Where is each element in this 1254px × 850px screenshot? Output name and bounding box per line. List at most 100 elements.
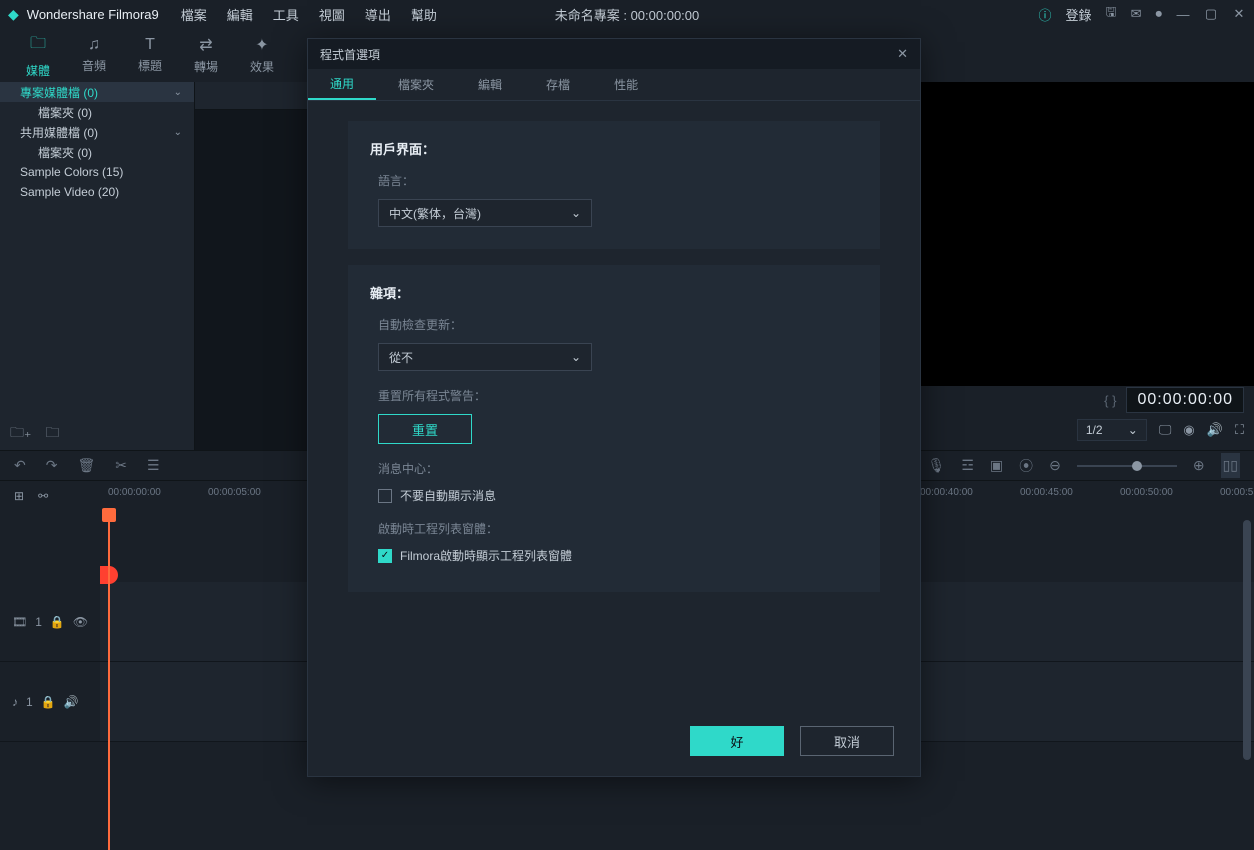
split-icon[interactable]: ✂ (115, 457, 127, 474)
menu-help[interactable]: 幫助 (411, 5, 437, 24)
record-icon[interactable]: ⦿ (1019, 456, 1033, 476)
eye-icon[interactable]: 👁 (73, 615, 88, 629)
language-select[interactable]: 中文(繁体，台灣)⌄ (378, 199, 592, 227)
video-track-head[interactable]: 🎞1🔒👁 (0, 582, 100, 662)
login-button[interactable]: 登錄 (1066, 5, 1092, 24)
fullscreen-icon[interactable]: ⛶ (1235, 422, 1244, 438)
preview-timecode: 00:00:00:00 (1126, 387, 1244, 413)
main-menu: 檔案 編輯 工具 視圖 導出 幫助 (181, 5, 437, 24)
menu-edit[interactable]: 編輯 (227, 5, 253, 24)
volume-icon[interactable]: 🔊 (1207, 422, 1223, 438)
playhead[interactable] (108, 510, 110, 850)
speaker-icon[interactable]: 🔊 (64, 695, 79, 709)
sidebar-item-sample-colors[interactable]: Sample Colors (15) (0, 162, 194, 182)
info-icon[interactable]: ⓘ (1038, 5, 1051, 24)
dialog-tabs: 通用 檔案夾 編輯 存檔 性能 (308, 69, 920, 101)
section-misc: 雜項： 自動檢查更新： 從不⌄ 重置所有程式警告： 重置 消息中心： 不要自動顯… (348, 265, 880, 592)
zoom-in-icon[interactable]: ⊕ (1193, 457, 1205, 474)
checkbox-unchecked-icon[interactable] (378, 489, 392, 503)
dialog-titlebar: 程式首選項 ✕ (308, 39, 920, 69)
tab-media[interactable]: 🗀媒體 (10, 28, 66, 82)
braces-icon[interactable]: { } (1104, 393, 1116, 408)
preferences-dialog: 程式首選項 ✕ 通用 檔案夾 編輯 存檔 性能 用戶界面： 語言： 中文(繁体，… (307, 38, 921, 777)
lock-icon[interactable]: 🔒 (50, 615, 65, 629)
zoom-fit-icon[interactable]: ▯▯ (1221, 453, 1240, 478)
chevron-down-icon: ⌄ (571, 350, 581, 364)
section-ui-title: 用戶界面： (370, 139, 858, 158)
mail-icon[interactable]: ✉ (1131, 6, 1142, 22)
menu-export[interactable]: 導出 (365, 5, 391, 24)
minimize-button[interactable]: — (1176, 7, 1190, 22)
add-track-icon[interactable]: ⊞ (14, 489, 24, 503)
menu-file[interactable]: 檔案 (181, 5, 207, 24)
adjust-icon[interactable]: ☰ (147, 457, 160, 474)
lock-icon[interactable]: 🔒 (41, 695, 56, 709)
save-icon[interactable]: 🖫 (1106, 3, 1117, 25)
tab-save[interactable]: 存檔 (524, 69, 592, 100)
chevron-down-icon: ⌄ (174, 87, 182, 98)
monitor-icon[interactable]: 🖵 (1159, 422, 1172, 438)
section-misc-title: 雜項： (370, 283, 858, 302)
msg-checkbox-row[interactable]: 不要自動顯示消息 (378, 487, 858, 504)
zoom-slider[interactable] (1077, 465, 1177, 467)
vertical-scrollbar[interactable] (1243, 520, 1251, 760)
add-folder-icon[interactable]: 🗀₊ (10, 422, 31, 446)
ok-button[interactable]: 好 (690, 726, 784, 756)
title-bar: ◆ Wondershare Filmora9 檔案 編輯 工具 視圖 導出 幫助… (0, 0, 1254, 28)
folder-icon: 🗀 (30, 32, 46, 59)
sidebar-item-sample-video[interactable]: Sample Video (20) (0, 182, 194, 202)
startup-checkbox-row[interactable]: ✓Filmora啟動時顯示工程列表窗體 (378, 547, 858, 564)
tab-transition[interactable]: ⇄轉場 (178, 28, 234, 82)
delete-icon[interactable]: 🗑 (77, 457, 95, 474)
reset-button[interactable]: 重置 (378, 414, 472, 444)
sidebar-item-shared-media[interactable]: 共用媒體檔 (0)⌄ (0, 122, 194, 142)
close-button[interactable]: ✕ (1232, 6, 1246, 22)
app-logo-icon: ◆ (8, 6, 19, 23)
dialog-body: 用戶界面： 語言： 中文(繁体，台灣)⌄ 雜項： 自動檢查更新： 從不⌄ 重置所… (308, 101, 920, 711)
tab-folders[interactable]: 檔案夾 (376, 69, 456, 100)
menu-tools[interactable]: 工具 (273, 5, 299, 24)
mixer-icon[interactable]: ☲ (961, 457, 974, 474)
tab-editing[interactable]: 編輯 (456, 69, 524, 100)
menu-view[interactable]: 視圖 (319, 5, 345, 24)
project-title: 未命名專案 : 00:00:00:00 (555, 5, 700, 24)
sidebar-item-project-media[interactable]: 專案媒體檔 (0)⌄ (0, 82, 194, 102)
tab-audio[interactable]: ♫音頻 (66, 28, 122, 82)
zoom-out-icon[interactable]: ⊖ (1049, 457, 1061, 474)
dialog-title: 程式首選項 (320, 46, 380, 63)
audio-track-icon: ♪ (12, 695, 18, 709)
text-icon: T (145, 36, 155, 54)
checkbox-checked-icon[interactable]: ✓ (378, 549, 392, 563)
chevron-down-icon: ⌄ (571, 206, 581, 220)
audio-track-head[interactable]: ♪1🔒🔊 (0, 662, 100, 742)
cancel-button[interactable]: 取消 (800, 726, 894, 756)
folder-icon[interactable]: 🗀 (45, 422, 59, 446)
tab-general[interactable]: 通用 (308, 69, 376, 100)
camera-icon[interactable]: ◉ (1183, 422, 1194, 438)
sparkle-icon: ✦ (255, 35, 268, 55)
sidebar-item-folder-2[interactable]: 檔案夾 (0) (0, 142, 194, 162)
undo-icon[interactable]: ↶ (14, 457, 26, 474)
render-icon[interactable]: ▣ (990, 457, 1003, 474)
mic-icon[interactable]: ⏺ (1156, 6, 1163, 22)
sidebar-item-folder-1[interactable]: 檔案夾 (0) (0, 102, 194, 122)
link-icon[interactable]: ⚯ (38, 489, 48, 503)
transition-icon: ⇄ (199, 35, 212, 55)
tab-title[interactable]: T標題 (122, 28, 178, 82)
update-label: 自動檢查更新： (378, 316, 858, 333)
language-label: 語言： (378, 172, 858, 189)
preview-scale-select[interactable]: 1/2⌄ (1077, 419, 1147, 441)
maximize-button[interactable]: ▢ (1204, 6, 1218, 22)
tab-performance[interactable]: 性能 (592, 69, 660, 100)
dialog-footer: 好 取消 (308, 711, 920, 771)
video-track-icon: 🎞 (12, 615, 27, 629)
media-sidebar: 專案媒體檔 (0)⌄ 檔案夾 (0) 共用媒體檔 (0)⌄ 檔案夾 (0) Sa… (0, 82, 195, 450)
app-title: Wondershare Filmora9 (27, 7, 159, 22)
tab-effect[interactable]: ✦效果 (234, 28, 290, 82)
voice-icon[interactable]: 🎙 (928, 457, 946, 474)
dialog-close-icon[interactable]: ✕ (897, 46, 908, 62)
chevron-down-icon: ⌄ (1128, 423, 1138, 437)
startup-label: 啟動時工程列表窗體： (378, 520, 858, 537)
redo-icon[interactable]: ↷ (46, 457, 58, 474)
update-select[interactable]: 從不⌄ (378, 343, 592, 371)
